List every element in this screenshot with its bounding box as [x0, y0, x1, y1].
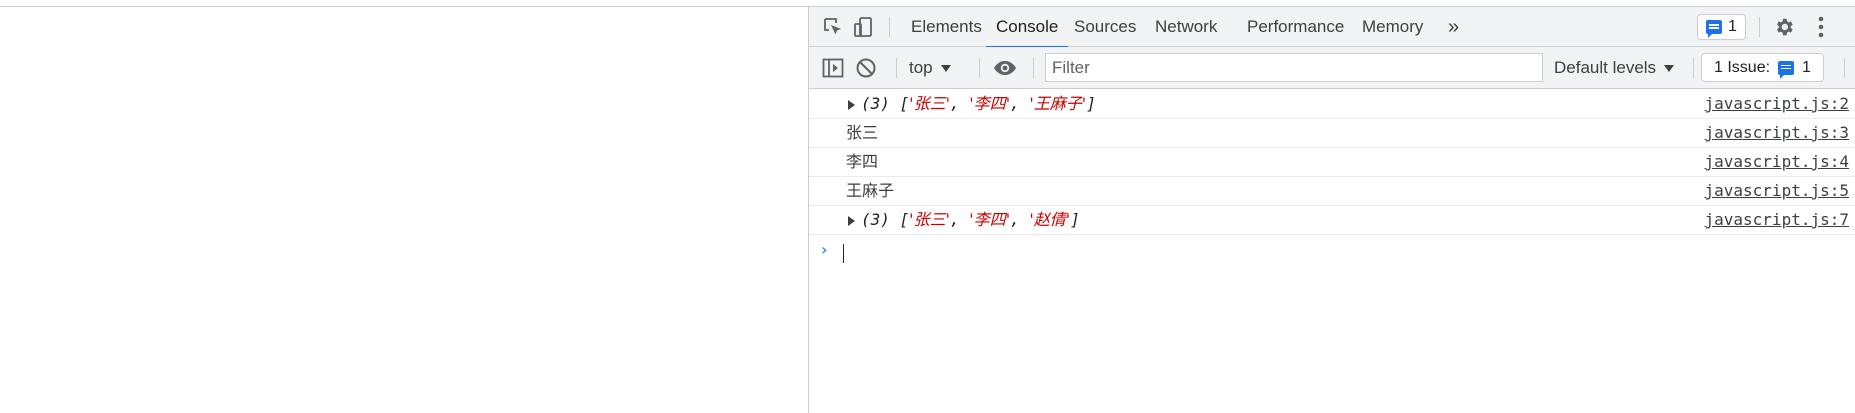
toolbar-divider — [979, 58, 980, 78]
issues-count: 1 — [1802, 58, 1811, 76]
tab-elements[interactable]: Elements — [901, 7, 992, 47]
chevron-down-icon — [940, 64, 951, 72]
log-text: 李四 — [846, 152, 879, 171]
device-toolbar-icon[interactable] — [851, 15, 875, 39]
log-text: 张三 — [846, 123, 879, 142]
toolbar-divider — [1693, 58, 1694, 78]
inspect-element-icon[interactable] — [821, 15, 845, 39]
console-output: (3) ['张三', '李四', '王麻子'] javascript.js:2 … — [809, 90, 1855, 265]
expand-triangle-icon[interactable] — [848, 216, 855, 226]
source-link[interactable]: javascript.js:4 — [1705, 148, 1850, 176]
tab-memory[interactable]: Memory — [1352, 7, 1433, 47]
show-sidebar-icon[interactable] — [821, 56, 845, 80]
message-icon — [1706, 20, 1722, 38]
filter-input[interactable] — [1045, 53, 1543, 82]
tab-sources[interactable]: Sources — [1064, 7, 1146, 47]
chevron-down-icon — [1664, 64, 1675, 72]
log-levels-label: Default levels — [1554, 58, 1657, 77]
console-message-row: (3) ['张三', '李四', '王麻子'] javascript.js:2 — [809, 90, 1855, 119]
source-link[interactable]: javascript.js:7 — [1705, 206, 1850, 234]
issues-button[interactable]: 1 Issue: 1 — [1701, 53, 1824, 82]
tab-performance[interactable]: Performance — [1237, 7, 1354, 47]
gear-icon[interactable] — [1772, 15, 1796, 39]
prompt-chevron-icon: › — [821, 240, 828, 259]
message-icon — [1778, 60, 1795, 79]
devtools-panel: Elements Console Sources Network Perform… — [808, 7, 1855, 413]
console-prompt[interactable]: › — [809, 235, 1855, 265]
console-toolbar: top Default levels 1 Issue: 1 — [809, 47, 1855, 89]
log-levels-dropdown[interactable]: Default levels — [1554, 47, 1675, 89]
array-preview[interactable]: (3) ['张三', '李四', '赵倩'] — [861, 206, 1080, 234]
expand-triangle-icon[interactable] — [848, 100, 855, 110]
issues-label: 1 Issue: — [1714, 58, 1771, 76]
devtools-tab-bar: Elements Console Sources Network Perform… — [809, 7, 1855, 48]
source-link[interactable]: javascript.js:2 — [1705, 90, 1850, 118]
more-tabs-button[interactable]: » — [1438, 7, 1469, 47]
messages-badge[interactable]: 1 — [1697, 14, 1746, 40]
console-message-row: (3) ['张三', '李四', '赵倩'] javascript.js:7 — [809, 206, 1855, 235]
console-message-row: 王麻子 javascript.js:5 — [809, 177, 1855, 206]
toolbar-divider — [1844, 58, 1845, 78]
source-link[interactable]: javascript.js:5 — [1705, 177, 1850, 205]
context-selector[interactable]: top — [909, 47, 951, 89]
toolbar-divider — [889, 17, 890, 37]
text-caret — [843, 244, 844, 263]
toolbar-divider — [1033, 58, 1034, 78]
eye-icon[interactable] — [993, 56, 1017, 80]
console-message-row: 张三 javascript.js:3 — [809, 119, 1855, 148]
tab-network[interactable]: Network — [1145, 7, 1227, 47]
array-preview[interactable]: (3) ['张三', '李四', '王麻子'] — [861, 90, 1096, 118]
console-message-row: 李四 javascript.js:4 — [809, 148, 1855, 177]
log-text: 王麻子 — [846, 181, 895, 200]
clear-console-icon[interactable] — [854, 56, 878, 80]
messages-badge-count: 1 — [1728, 18, 1737, 35]
page-viewport — [0, 7, 808, 413]
source-link[interactable]: javascript.js:3 — [1705, 119, 1850, 147]
context-value: top — [909, 58, 933, 77]
toolbar-divider — [1759, 17, 1760, 37]
tab-console[interactable]: Console — [986, 7, 1069, 48]
kebab-menu-icon[interactable] — [1809, 15, 1833, 39]
toolbar-divider — [896, 58, 897, 78]
